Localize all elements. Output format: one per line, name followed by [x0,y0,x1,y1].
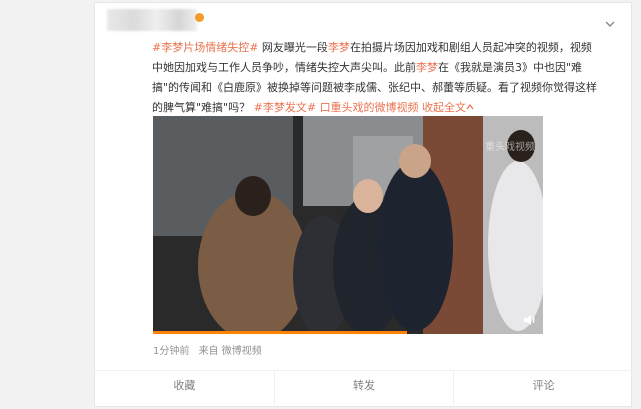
post-text-part1: 网友曝光一段 [258,41,328,54]
chevron-down-icon[interactable] [605,19,615,29]
verified-badge-icon [195,13,204,22]
post-time[interactable]: 1分钟前 [153,346,189,357]
post-source[interactable]: 来自 微博视频 [199,346,262,357]
video-link[interactable]: 口重头戏的微博视频 [320,101,419,114]
arrow-up-icon [466,104,474,110]
topic-link[interactable]: #李梦片场情绪失控# [152,41,258,54]
name-link[interactable]: 李梦 [416,61,438,74]
blurred-user-name[interactable] [107,9,197,31]
action-bar: 收藏 转发 评论 [95,370,633,407]
video-watermark: 重头戏视频 [485,142,535,153]
video-player[interactable]: 重头戏视频 [153,116,543,334]
collapse-text-link[interactable]: 收起全文 [422,101,466,114]
topic-link[interactable]: #李梦发文# [254,101,316,114]
post-meta: 1分钟前 来自 微博视频 [153,342,268,357]
favorite-button[interactable]: 收藏 [95,371,275,407]
post-text: #李梦片场情绪失控# 网友曝光一段李梦在拍摄片场因加戏和剧组人员起冲突的视频，视… [152,38,602,118]
name-link[interactable]: 李梦 [328,41,350,54]
weibo-post-card: #李梦片场情绪失控# 网友曝光一段李梦在拍摄片场因加戏和剧组人员起冲突的视频，视… [94,2,633,407]
comment-button[interactable]: 评论 [454,371,633,407]
video-progress-bar[interactable] [153,331,407,334]
volume-icon[interactable] [523,314,537,326]
repost-button[interactable]: 转发 [275,371,455,407]
